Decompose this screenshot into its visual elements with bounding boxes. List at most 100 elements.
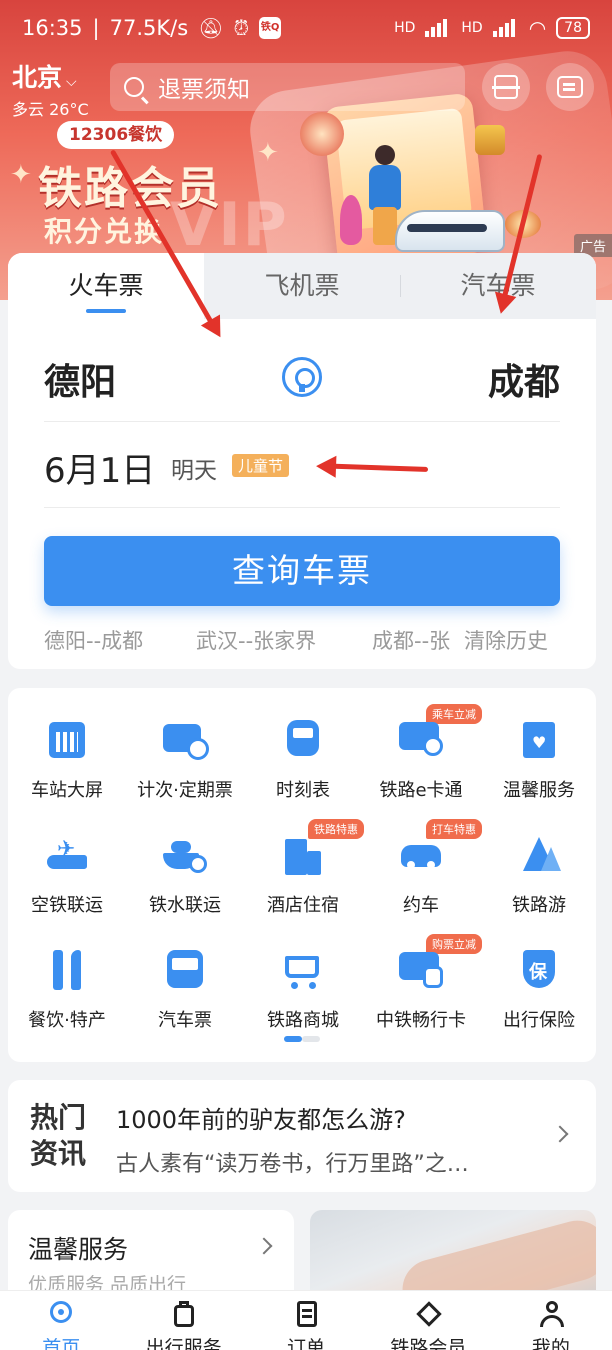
service-label: 约车 xyxy=(403,895,439,916)
app-notification-icon: 铁Q xyxy=(259,17,282,39)
bottom-nav: 首页 出行服务 订单 铁路会员 我的 xyxy=(0,1290,612,1350)
service-ticket-clock[interactable]: 计次·定期票 xyxy=(126,718,244,802)
home-icon xyxy=(48,1301,74,1327)
weather-text: 多云 26°C xyxy=(12,100,89,119)
nav-label: 首页 xyxy=(42,1337,81,1350)
bus-icon xyxy=(163,948,207,992)
services-grid: 车站大屏 计次·定期票 时刻表 乘车立减 铁路e卡通 ♥ 温馨服务 ✈ 空铁联运… xyxy=(8,688,596,1062)
hot-news-card[interactable]: 热门资讯 1000年前的驴友都怎么游? 古人素有“读万卷书，行万里路”之… xyxy=(8,1080,596,1192)
shield-insurance-icon: 保 xyxy=(517,948,561,992)
service-label: 铁路e卡通 xyxy=(379,780,463,801)
alarm-icon: ⏰︎ xyxy=(233,16,250,40)
service-ship-train[interactable]: 铁水联运 xyxy=(126,833,244,917)
cart-icon xyxy=(281,948,325,992)
chevron-right-icon xyxy=(551,1125,569,1143)
service-warm[interactable]: ♥ 温馨服务 xyxy=(480,718,598,802)
holiday-badge: 儿童节 xyxy=(232,454,290,477)
service-plane-train[interactable]: ✈ 空铁联运 xyxy=(8,833,126,917)
history-item[interactable]: 武汉--张家界 xyxy=(196,625,316,655)
scan-icon xyxy=(492,75,520,99)
nav-home[interactable]: 首页 xyxy=(0,1291,122,1350)
mountain-icon xyxy=(517,833,561,877)
ship-train-icon xyxy=(163,833,207,877)
departure-date[interactable]: 6月1日 xyxy=(44,443,155,492)
status-divider: | xyxy=(92,16,100,40)
to-station[interactable]: 成都 xyxy=(488,353,560,405)
clear-history-button[interactable]: 清除历史 xyxy=(464,625,548,655)
service-label: 餐饮·特产 xyxy=(28,1010,106,1031)
service-label: 温馨服务 xyxy=(503,780,575,801)
nav-profile[interactable]: 我的 xyxy=(490,1291,612,1350)
service-timetable[interactable]: 时刻表 xyxy=(244,718,362,802)
wifi-icon: ◠ xyxy=(528,16,547,40)
nav-label: 铁路会员 xyxy=(390,1337,467,1350)
station-screen-icon xyxy=(45,718,89,762)
service-label: 铁水联运 xyxy=(149,895,221,916)
signal-icon xyxy=(492,19,519,37)
service-label: 汽车票 xyxy=(158,1010,212,1031)
service-label: 酒店住宿 xyxy=(267,895,339,916)
banner-food-icon xyxy=(300,112,344,156)
service-hotel[interactable]: 铁路特惠 酒店住宿 xyxy=(244,819,364,917)
news-subtitle: 古人素有“读万卷书，行万里路”之… xyxy=(116,1152,469,1177)
status-time: 16:35 xyxy=(22,16,83,40)
luggage-icon xyxy=(171,1301,197,1327)
nav-membership[interactable]: 铁路会员 xyxy=(367,1291,489,1350)
service-label: 空铁联运 xyxy=(31,895,103,916)
service-mall[interactable]: 铁路商城 xyxy=(244,948,362,1032)
history-item[interactable]: 德阳--成都 xyxy=(44,625,143,655)
ticket-clock-icon xyxy=(163,718,209,762)
from-station[interactable]: 德阳 xyxy=(44,353,116,405)
service-label: 出行保险 xyxy=(503,1010,575,1031)
service-insurance[interactable]: 保 出行保险 xyxy=(480,948,598,1032)
service-car[interactable]: 打车特惠 约车 xyxy=(362,819,482,917)
service-label: 中铁畅行卡 xyxy=(376,1010,466,1031)
banner-food-icon xyxy=(475,125,505,155)
star-icon: ✦ xyxy=(257,138,279,168)
search-input[interactable]: 退票须知 xyxy=(110,63,465,111)
query-tickets-button[interactable]: 查询车票 xyxy=(44,536,560,606)
mute-bell-icon: 🔕︎ xyxy=(198,16,224,40)
tab-flight[interactable]: 飞机票 xyxy=(204,253,400,319)
banner-train-icon xyxy=(395,210,505,252)
signal-icon xyxy=(425,19,451,37)
status-bar: 16:35 | 77.5K/s 🔕︎ ⏰︎ 铁Q HD HD ◠ 78 xyxy=(0,0,612,56)
service-label: 车站大屏 xyxy=(31,780,103,801)
nav-travel[interactable]: 出行服务 xyxy=(122,1291,244,1350)
star-icon: ✦ xyxy=(10,160,32,190)
battery-indicator: 78 xyxy=(556,17,590,39)
news-tag: 热门资讯 xyxy=(30,1101,87,1170)
page-indicator xyxy=(284,1036,320,1042)
news-title: 1000年前的驴友都怎么游? xyxy=(116,1106,406,1134)
ecard-icon xyxy=(399,718,443,762)
nav-orders[interactable]: 订单 xyxy=(245,1291,367,1350)
service-label: 时刻表 xyxy=(276,780,330,801)
chevron-right-icon xyxy=(255,1237,273,1255)
service-bus[interactable]: 汽车票 xyxy=(126,948,244,1032)
service-travel-card[interactable]: 购票立减 中铁畅行卡 xyxy=(362,934,482,1032)
warm-service-title: 温馨服务 xyxy=(28,1235,129,1264)
service-food[interactable]: 餐饮·特产 xyxy=(8,948,126,1032)
city-selector[interactable]: 北京 ⌵ 多云 26°C xyxy=(12,58,89,120)
heart-service-icon: ♥ xyxy=(517,718,561,762)
service-station-screen[interactable]: 车站大屏 xyxy=(8,718,126,802)
person-icon xyxy=(538,1301,564,1327)
network-label: HD xyxy=(394,20,416,36)
swap-stations-icon[interactable] xyxy=(282,357,322,397)
plane-train-icon: ✈ xyxy=(45,833,89,877)
tab-divider xyxy=(400,275,401,297)
hotel-icon xyxy=(281,833,325,877)
nav-label: 我的 xyxy=(531,1337,570,1350)
timetable-train-icon xyxy=(281,718,325,762)
divider xyxy=(44,507,560,508)
service-rail-tour[interactable]: 铁路游 xyxy=(480,833,598,917)
person-legs xyxy=(373,207,397,245)
history-item[interactable]: 成都--张 xyxy=(372,625,458,655)
message-button[interactable] xyxy=(546,63,594,111)
scan-button[interactable] xyxy=(482,63,530,111)
chevron-down-icon: ⌵ xyxy=(66,73,77,90)
page-dot-active xyxy=(284,1036,302,1042)
service-ecard[interactable]: 乘车立减 铁路e卡通 xyxy=(362,704,482,802)
nav-label: 出行服务 xyxy=(145,1337,222,1350)
search-history: 德阳--成都 武汉--张家界 成都--张 清除历史 xyxy=(44,625,564,655)
